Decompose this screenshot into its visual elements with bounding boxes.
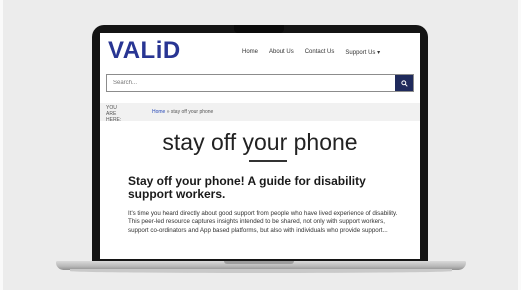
nav-item-contact-us[interactable]: Contact Us bbox=[305, 49, 335, 56]
laptop-base-groove bbox=[224, 261, 294, 264]
article-heading: Stay off your phone! A guide for disabil… bbox=[128, 174, 366, 201]
main-nav: Home About Us Contact Us Support Us ▾ bbox=[242, 49, 380, 56]
nav-item-support-us[interactable]: Support Us ▾ bbox=[345, 49, 380, 56]
nav-item-home[interactable]: Home bbox=[242, 49, 258, 56]
nav-item-about-us[interactable]: About Us bbox=[269, 49, 294, 56]
search-bar bbox=[106, 74, 414, 92]
page-title: stay off your phone bbox=[162, 129, 358, 155]
camera-notch bbox=[234, 25, 284, 33]
you-are-here-label: YOU ARE HERE: bbox=[106, 105, 122, 123]
article-body: It's time you heard directly about good … bbox=[128, 210, 398, 234]
site-header: VALiD Home About Us Contact Us Support U… bbox=[100, 33, 420, 73]
search-input[interactable] bbox=[107, 75, 395, 91]
site-logo[interactable]: VALiD bbox=[108, 37, 181, 65]
laptop-screen: VALiD Home About Us Contact Us Support U… bbox=[100, 33, 420, 259]
laptop-shadow bbox=[70, 269, 452, 273]
breadcrumb-current: stay off your phone bbox=[170, 109, 214, 115]
breadcrumb-home-link[interactable]: Home bbox=[152, 109, 165, 115]
search-button[interactable] bbox=[395, 75, 413, 91]
page-edge-left bbox=[0, 0, 3, 290]
search-icon bbox=[400, 79, 408, 87]
breadcrumb: Home » stay off your phone bbox=[152, 109, 213, 115]
breadcrumb-bar: YOU ARE HERE: Home » stay off your phone bbox=[100, 103, 420, 123]
title-underline bbox=[249, 160, 287, 162]
